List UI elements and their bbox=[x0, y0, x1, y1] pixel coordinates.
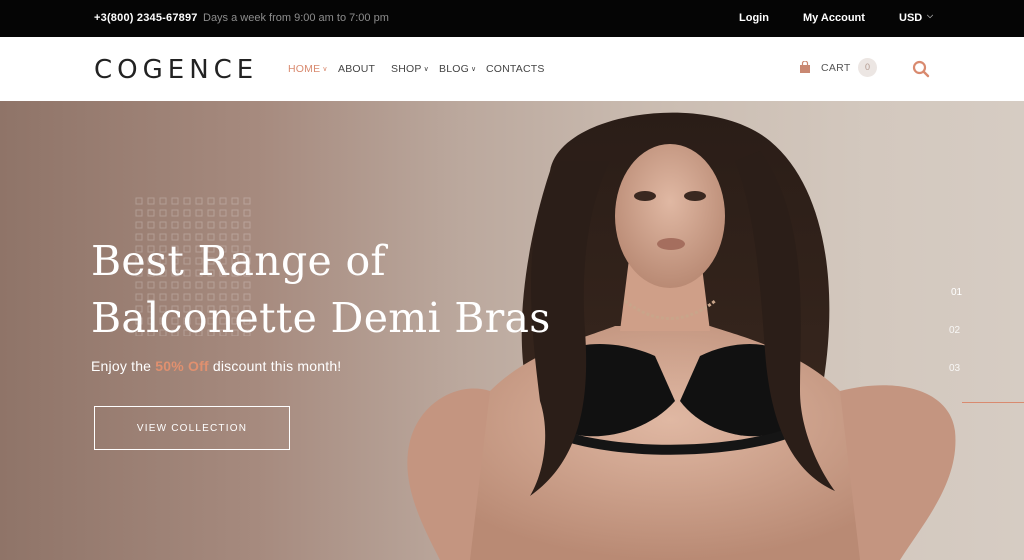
hero-title-line-2: Balconette Demi Bras bbox=[91, 294, 551, 342]
nav-shop[interactable]: SHOP ∨ bbox=[391, 63, 429, 75]
site-header: COGENCE HOME ∨ ABOUT SHOP ∨ BLOG ∨ CONTACTS… bbox=[0, 37, 1024, 101]
shopping-bag-icon[interactable] bbox=[799, 61, 811, 74]
currency-selector[interactable]: USD ⌵ bbox=[899, 11, 933, 24]
chevron-down-icon: ∨ bbox=[470, 66, 477, 73]
cart-link[interactable]: CART bbox=[821, 62, 851, 74]
view-collection-button[interactable]: VIEW COLLECTION bbox=[94, 406, 290, 450]
discount-highlight: 50% Off bbox=[155, 358, 209, 374]
nav-blog-label: BLOG bbox=[439, 63, 469, 75]
top-bar: +3(800) 2345-67897 Days a week from 9:00… bbox=[0, 0, 1024, 37]
nav-about[interactable]: ABOUT bbox=[338, 63, 375, 75]
chevron-down-icon: ∨ bbox=[322, 66, 328, 73]
slide-indicator-1[interactable]: 01 bbox=[951, 287, 962, 298]
hero-title-line-1: Best Range of bbox=[91, 237, 386, 285]
currency-label: USD bbox=[899, 12, 923, 24]
cart-count-badge: 0 bbox=[858, 58, 877, 77]
search-icon[interactable] bbox=[911, 59, 931, 79]
site-logo[interactable]: COGENCE bbox=[94, 55, 258, 85]
nav-contacts[interactable]: CONTACTS bbox=[486, 63, 545, 75]
my-account-link[interactable]: My Account bbox=[803, 12, 865, 24]
hero-subtitle-prefix: Enjoy the bbox=[91, 358, 156, 374]
phone-number[interactable]: +3(800) 2345-67897 bbox=[94, 12, 198, 24]
nav-contacts-label: CONTACTS bbox=[486, 63, 545, 75]
hero-subtitle: Enjoy the 50% Off discount this month! bbox=[91, 358, 341, 374]
nav-home-label: HOME bbox=[288, 63, 321, 75]
nav-blog[interactable]: BLOG ∨ bbox=[439, 63, 476, 75]
slide-indicator-2[interactable]: 02 bbox=[949, 325, 960, 336]
chevron-down-icon: ⌵ bbox=[927, 11, 934, 20]
nav-home[interactable]: HOME ∨ bbox=[288, 63, 328, 75]
active-slide-line bbox=[962, 402, 1024, 403]
business-hours: Days a week from 9:00 am to 7:00 pm bbox=[203, 12, 389, 24]
nav-shop-label: SHOP bbox=[391, 63, 422, 75]
hero-subtitle-suffix: discount this month! bbox=[208, 358, 342, 374]
nav-about-label: ABOUT bbox=[338, 63, 376, 75]
login-link[interactable]: Login bbox=[739, 12, 769, 24]
slide-indicator-3[interactable]: 03 bbox=[949, 363, 960, 374]
chevron-down-icon: ∨ bbox=[423, 66, 429, 73]
hero-slider: Best Range of Balconette Demi Bras Enjoy… bbox=[0, 101, 1024, 560]
hero-title: Best Range of Balconette Demi Bras bbox=[91, 233, 611, 347]
